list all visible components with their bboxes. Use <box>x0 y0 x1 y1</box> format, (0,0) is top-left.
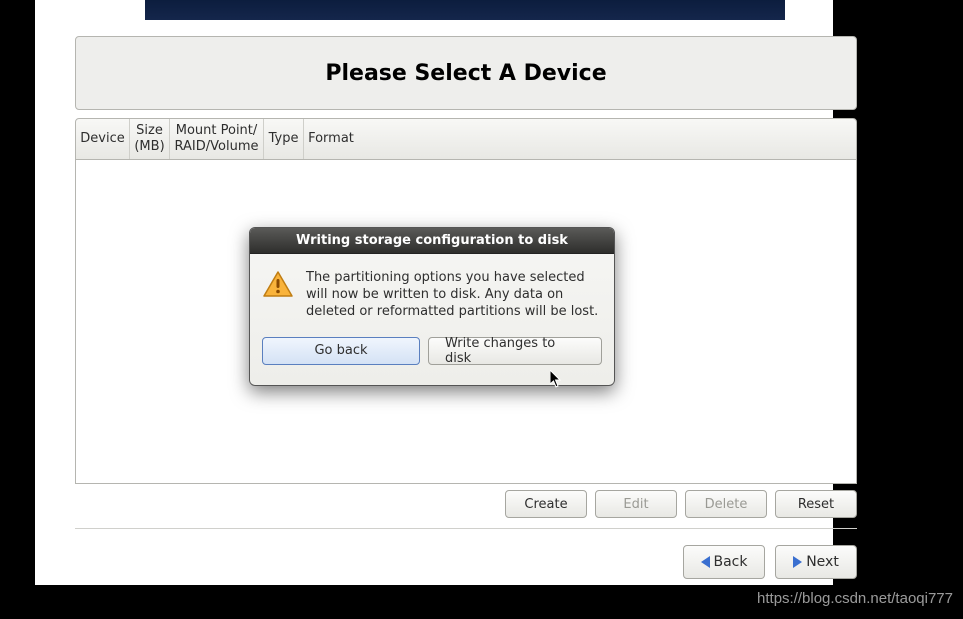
col-device[interactable]: Device <box>76 119 130 159</box>
col-mount[interactable]: Mount Point/ RAID/Volume <box>170 119 264 159</box>
header-banner <box>145 0 785 20</box>
watermark: https://blog.csdn.net/taoqi777 <box>757 590 953 607</box>
arrow-right-icon <box>793 556 802 568</box>
back-button[interactable]: Back <box>683 545 765 579</box>
create-button[interactable]: Create <box>505 490 587 518</box>
reset-button[interactable]: Reset <box>775 490 857 518</box>
partition-actions: Create Edit Delete Reset <box>75 490 857 518</box>
partition-table-header: Device Size (MB) Mount Point/ RAID/Volum… <box>75 118 857 160</box>
arrow-left-icon <box>701 556 710 568</box>
dialog-body: The partitioning options you have select… <box>250 254 614 329</box>
dialog-buttons: Go back Write changes to disk <box>250 329 614 377</box>
dialog-title: Writing storage configuration to disk <box>250 228 614 254</box>
go-back-button[interactable]: Go back <box>262 337 420 365</box>
write-changes-button[interactable]: Write changes to disk <box>428 337 602 365</box>
separator <box>75 528 857 529</box>
next-button[interactable]: Next <box>775 545 857 579</box>
title-box: Please Select A Device <box>75 36 857 110</box>
page-title: Please Select A Device <box>325 61 606 86</box>
back-label: Back <box>714 554 748 570</box>
delete-button: Delete <box>685 490 767 518</box>
warning-icon <box>262 270 294 298</box>
next-label: Next <box>806 554 839 570</box>
write-storage-dialog: Writing storage configuration to disk Th… <box>249 227 615 386</box>
edit-button: Edit <box>595 490 677 518</box>
dialog-message: The partitioning options you have select… <box>306 270 602 321</box>
col-size[interactable]: Size (MB) <box>130 119 170 159</box>
col-type[interactable]: Type <box>264 119 304 159</box>
col-format[interactable]: Format <box>304 119 358 159</box>
nav-row: Back Next <box>75 545 857 579</box>
